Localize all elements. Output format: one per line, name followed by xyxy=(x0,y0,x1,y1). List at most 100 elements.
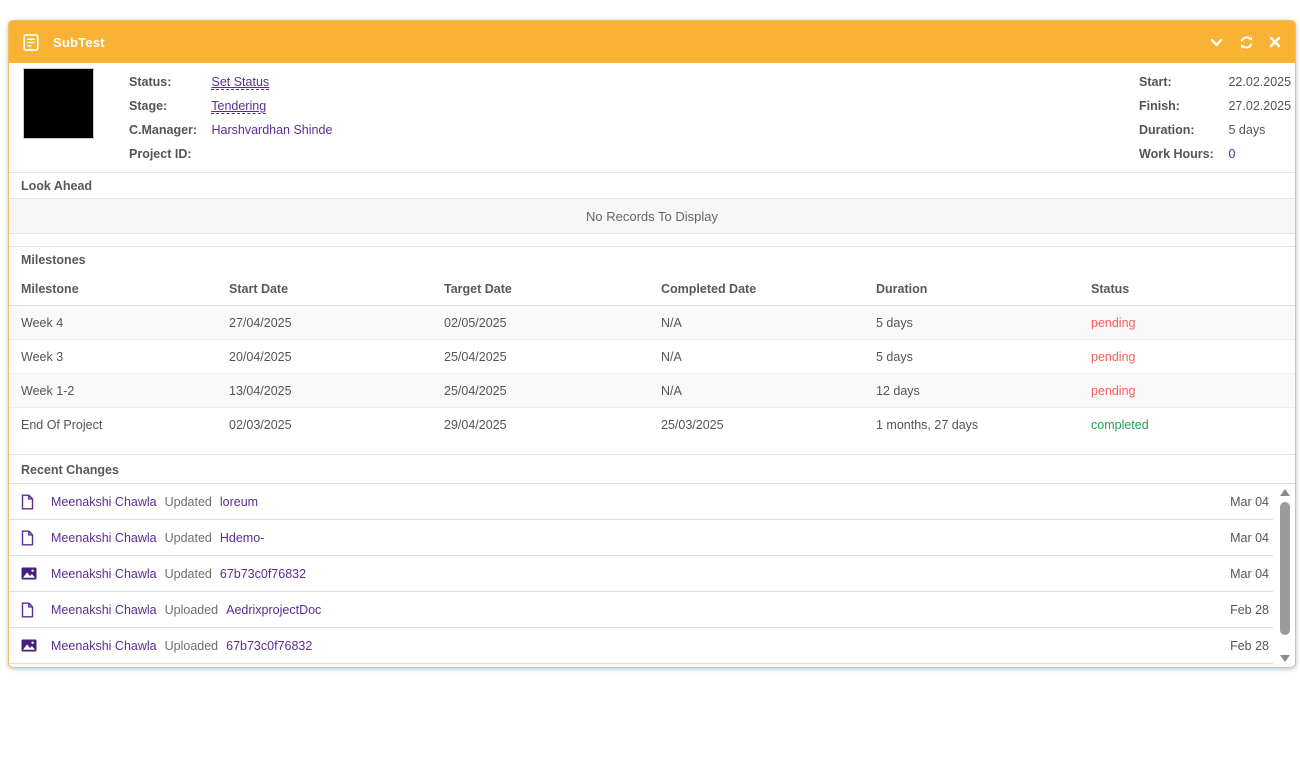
milestone-duration: 12 days xyxy=(876,384,1091,398)
change-date: Feb 28 xyxy=(1230,603,1273,617)
milestone-row: Week 1-2 13/04/2025 25/04/2025 N/A 12 da… xyxy=(9,374,1295,408)
duration-value: 5 days xyxy=(1228,123,1265,137)
section-spacer xyxy=(9,442,1295,454)
refresh-icon[interactable] xyxy=(1239,35,1254,50)
change-target-link[interactable]: 67b73c0f76832 xyxy=(220,567,306,581)
change-target-link[interactable]: AedrixprojectDoc xyxy=(226,603,321,617)
change-user-link[interactable]: Meenakshi Chawla xyxy=(51,639,157,653)
change-user-link[interactable]: Meenakshi Chawla xyxy=(51,567,157,581)
scrollbar-thumb[interactable] xyxy=(1280,502,1290,635)
change-action: Updated xyxy=(165,567,212,581)
milestone-target-date: 29/04/2025 xyxy=(444,418,661,432)
milestone-completed-date: N/A xyxy=(661,350,876,364)
recent-change-item: Meenakshi Chawla Uploaded 67b73c0f76832 … xyxy=(9,628,1273,664)
vertical-scrollbar xyxy=(1278,487,1291,664)
info-fields-left: Status: Set Status Stage: Tendering C.Ma… xyxy=(129,70,332,166)
stage-link[interactable]: Tendering xyxy=(211,99,266,114)
milestone-name: Week 3 xyxy=(21,350,229,364)
change-date: Mar 04 xyxy=(1230,495,1273,509)
recent-changes-title: Recent Changes xyxy=(9,454,1295,484)
work-hours-label: Work Hours: xyxy=(1139,142,1225,166)
change-target-link[interactable]: loreum xyxy=(220,495,258,509)
change-user-link[interactable]: Meenakshi Chawla xyxy=(51,531,157,545)
file-icon xyxy=(21,602,39,618)
look-ahead-empty-message: No Records To Display xyxy=(9,199,1295,234)
milestone-status: pending xyxy=(1091,384,1283,398)
project-popup-panel: SubTest Status: Set Status Stage: Tender… xyxy=(8,20,1296,668)
image-icon xyxy=(21,567,39,580)
recent-change-item: Meenakshi Chawla Updated Hdemo- Mar 04 xyxy=(9,520,1273,556)
milestone-start-date: 02/03/2025 xyxy=(229,418,444,432)
stage-label: Stage: xyxy=(129,94,208,118)
titlebar-actions xyxy=(1209,35,1281,50)
info-fields-right: Start: 22.02.2025 Finish: 27.02.2025 Dur… xyxy=(1139,70,1293,166)
column-target-date: Target Date xyxy=(444,282,661,296)
change-user-link[interactable]: Meenakshi Chawla xyxy=(51,495,157,509)
column-status: Status xyxy=(1091,282,1283,296)
change-action: Updated xyxy=(165,495,212,509)
milestone-duration: 5 days xyxy=(876,316,1091,330)
milestone-start-date: 13/04/2025 xyxy=(229,384,444,398)
milestone-name: Week 4 xyxy=(21,316,229,330)
cmanager-link[interactable]: Harshvardhan Shinde xyxy=(211,123,332,137)
recent-change-item: Meenakshi Chawla Updated 67b73c0f76832 M… xyxy=(9,556,1273,592)
window-title: SubTest xyxy=(53,35,105,50)
status-label: Status: xyxy=(129,70,208,94)
recent-changes-list: Meenakshi Chawla Updated loreum Mar 04 M… xyxy=(9,484,1295,667)
change-action: Uploaded xyxy=(165,639,219,653)
recent-change-item: Meenakshi Chawla Uploaded AedrixprojectD… xyxy=(9,592,1273,628)
milestone-row: Week 4 27/04/2025 02/05/2025 N/A 5 days … xyxy=(9,306,1295,340)
milestone-name: Week 1-2 xyxy=(21,384,229,398)
milestone-target-date: 25/04/2025 xyxy=(444,384,661,398)
scroll-up-arrow[interactable] xyxy=(1280,489,1290,496)
milestone-row: Week 3 20/04/2025 25/04/2025 N/A 5 days … xyxy=(9,340,1295,374)
recent-change-item: Meenakshi Chawla Updated loreum Mar 04 xyxy=(9,484,1273,520)
finish-value: 27.02.2025 xyxy=(1228,99,1291,113)
milestone-row: End Of Project 02/03/2025 29/04/2025 25/… xyxy=(9,408,1295,442)
milestone-status: completed xyxy=(1091,418,1283,432)
set-status-link[interactable]: Set Status xyxy=(211,75,269,90)
column-completed-date: Completed Date xyxy=(661,282,876,296)
section-divider xyxy=(9,234,1295,247)
milestones-header-row: Milestone Start Date Target Date Complet… xyxy=(9,273,1295,306)
collapse-icon[interactable] xyxy=(1209,36,1224,49)
milestone-start-date: 27/04/2025 xyxy=(229,316,444,330)
file-icon xyxy=(21,494,39,510)
duration-label: Duration: xyxy=(1139,118,1225,142)
close-icon[interactable] xyxy=(1269,36,1281,48)
change-target-link[interactable]: Hdemo- xyxy=(220,531,264,545)
change-action: Uploaded xyxy=(165,603,219,617)
milestone-target-date: 25/04/2025 xyxy=(444,350,661,364)
milestone-start-date: 20/04/2025 xyxy=(229,350,444,364)
project-thumbnail xyxy=(23,68,94,139)
project-document-icon xyxy=(23,34,39,51)
finish-label: Finish: xyxy=(1139,94,1225,118)
column-start-date: Start Date xyxy=(229,282,444,296)
scroll-down-arrow[interactable] xyxy=(1280,655,1290,662)
milestones-title: Milestones xyxy=(9,247,1295,273)
change-user-link[interactable]: Meenakshi Chawla xyxy=(51,603,157,617)
project-info-section: Status: Set Status Stage: Tendering C.Ma… xyxy=(9,63,1295,173)
change-date: Feb 28 xyxy=(1230,639,1273,653)
milestone-target-date: 02/05/2025 xyxy=(444,316,661,330)
milestone-completed-date: 25/03/2025 xyxy=(661,418,876,432)
change-action: Updated xyxy=(165,531,212,545)
work-hours-value[interactable]: 0 xyxy=(1228,147,1235,161)
project-id-label: Project ID: xyxy=(129,142,208,166)
titlebar: SubTest xyxy=(9,21,1295,63)
scrollbar-track[interactable] xyxy=(1280,500,1290,651)
start-value: 22.02.2025 xyxy=(1228,75,1291,89)
change-date: Mar 04 xyxy=(1230,531,1273,545)
cmanager-label: C.Manager: xyxy=(129,118,208,142)
milestone-status: pending xyxy=(1091,350,1283,364)
image-icon xyxy=(21,639,39,652)
milestone-duration: 1 months, 27 days xyxy=(876,418,1091,432)
milestone-name: End Of Project xyxy=(21,418,229,432)
start-label: Start: xyxy=(1139,70,1225,94)
milestone-status: pending xyxy=(1091,316,1283,330)
milestone-completed-date: N/A xyxy=(661,316,876,330)
look-ahead-title: Look Ahead xyxy=(9,173,1295,199)
change-date: Mar 04 xyxy=(1230,567,1273,581)
milestone-completed-date: N/A xyxy=(661,384,876,398)
change-target-link[interactable]: 67b73c0f76832 xyxy=(226,639,312,653)
